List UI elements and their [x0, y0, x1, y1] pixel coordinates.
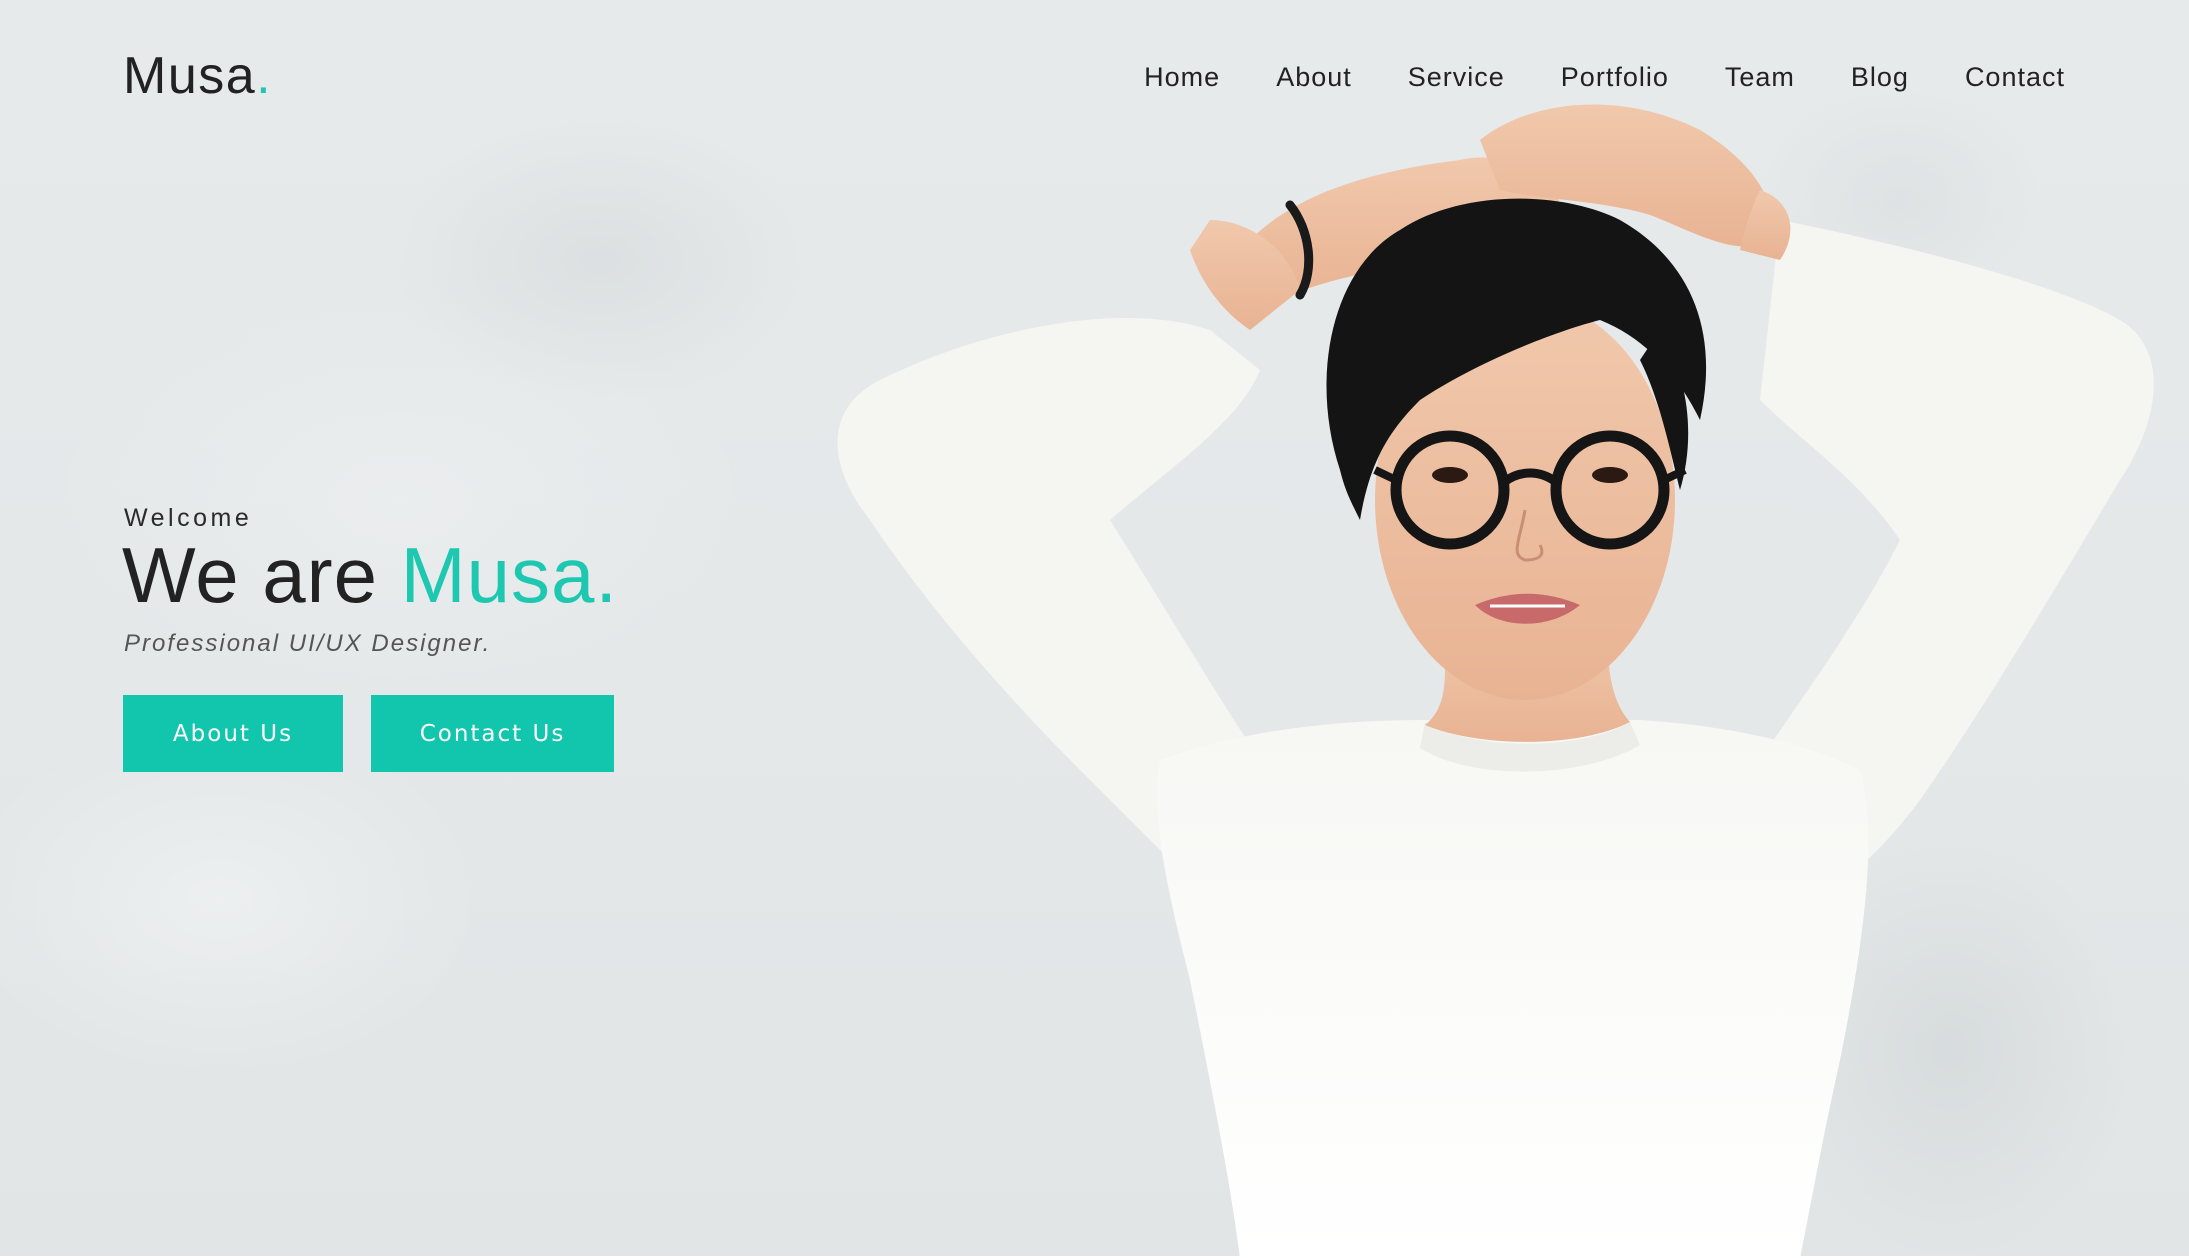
- logo-text: Musa: [123, 47, 257, 105]
- nav-link-service[interactable]: Service: [1408, 64, 1505, 91]
- nav-link-about[interactable]: About: [1276, 64, 1352, 91]
- hero-subtitle: Professional UI/UX Designer.: [124, 630, 492, 657]
- hero-kicker: Welcome: [124, 504, 253, 532]
- nav-link-contact[interactable]: Contact: [1965, 64, 2065, 91]
- nav-item-service: Service: [1408, 64, 1505, 91]
- nav-item-about: About: [1276, 64, 1352, 91]
- nav-link-team[interactable]: Team: [1725, 64, 1795, 91]
- contact-us-button[interactable]: Contact Us: [371, 695, 614, 772]
- nav-link-portfolio[interactable]: Portfolio: [1561, 64, 1669, 91]
- main-nav: Home About Service Portfolio Team Blog C…: [1144, 64, 2065, 91]
- nav-item-team: Team: [1725, 64, 1795, 91]
- about-us-button[interactable]: About Us: [123, 695, 343, 772]
- site-logo[interactable]: Musa.: [123, 50, 272, 102]
- headline-prefix: We are: [122, 531, 401, 619]
- nav-link-home[interactable]: Home: [1144, 64, 1220, 91]
- logo-dot: .: [256, 47, 273, 105]
- nav-link-blog[interactable]: Blog: [1851, 64, 1909, 91]
- nav-item-portfolio: Portfolio: [1561, 64, 1669, 91]
- hero-headline: We are Musa.: [122, 536, 618, 614]
- nav-item-blog: Blog: [1851, 64, 1909, 91]
- hero-page: Musa. Home About Service Portfolio Team …: [0, 0, 2189, 1258]
- hero-photo: [837, 104, 2154, 1258]
- nav-item-home: Home: [1144, 64, 1220, 91]
- headline-accent: Musa.: [400, 531, 619, 619]
- nav-item-contact: Contact: [1965, 64, 2065, 91]
